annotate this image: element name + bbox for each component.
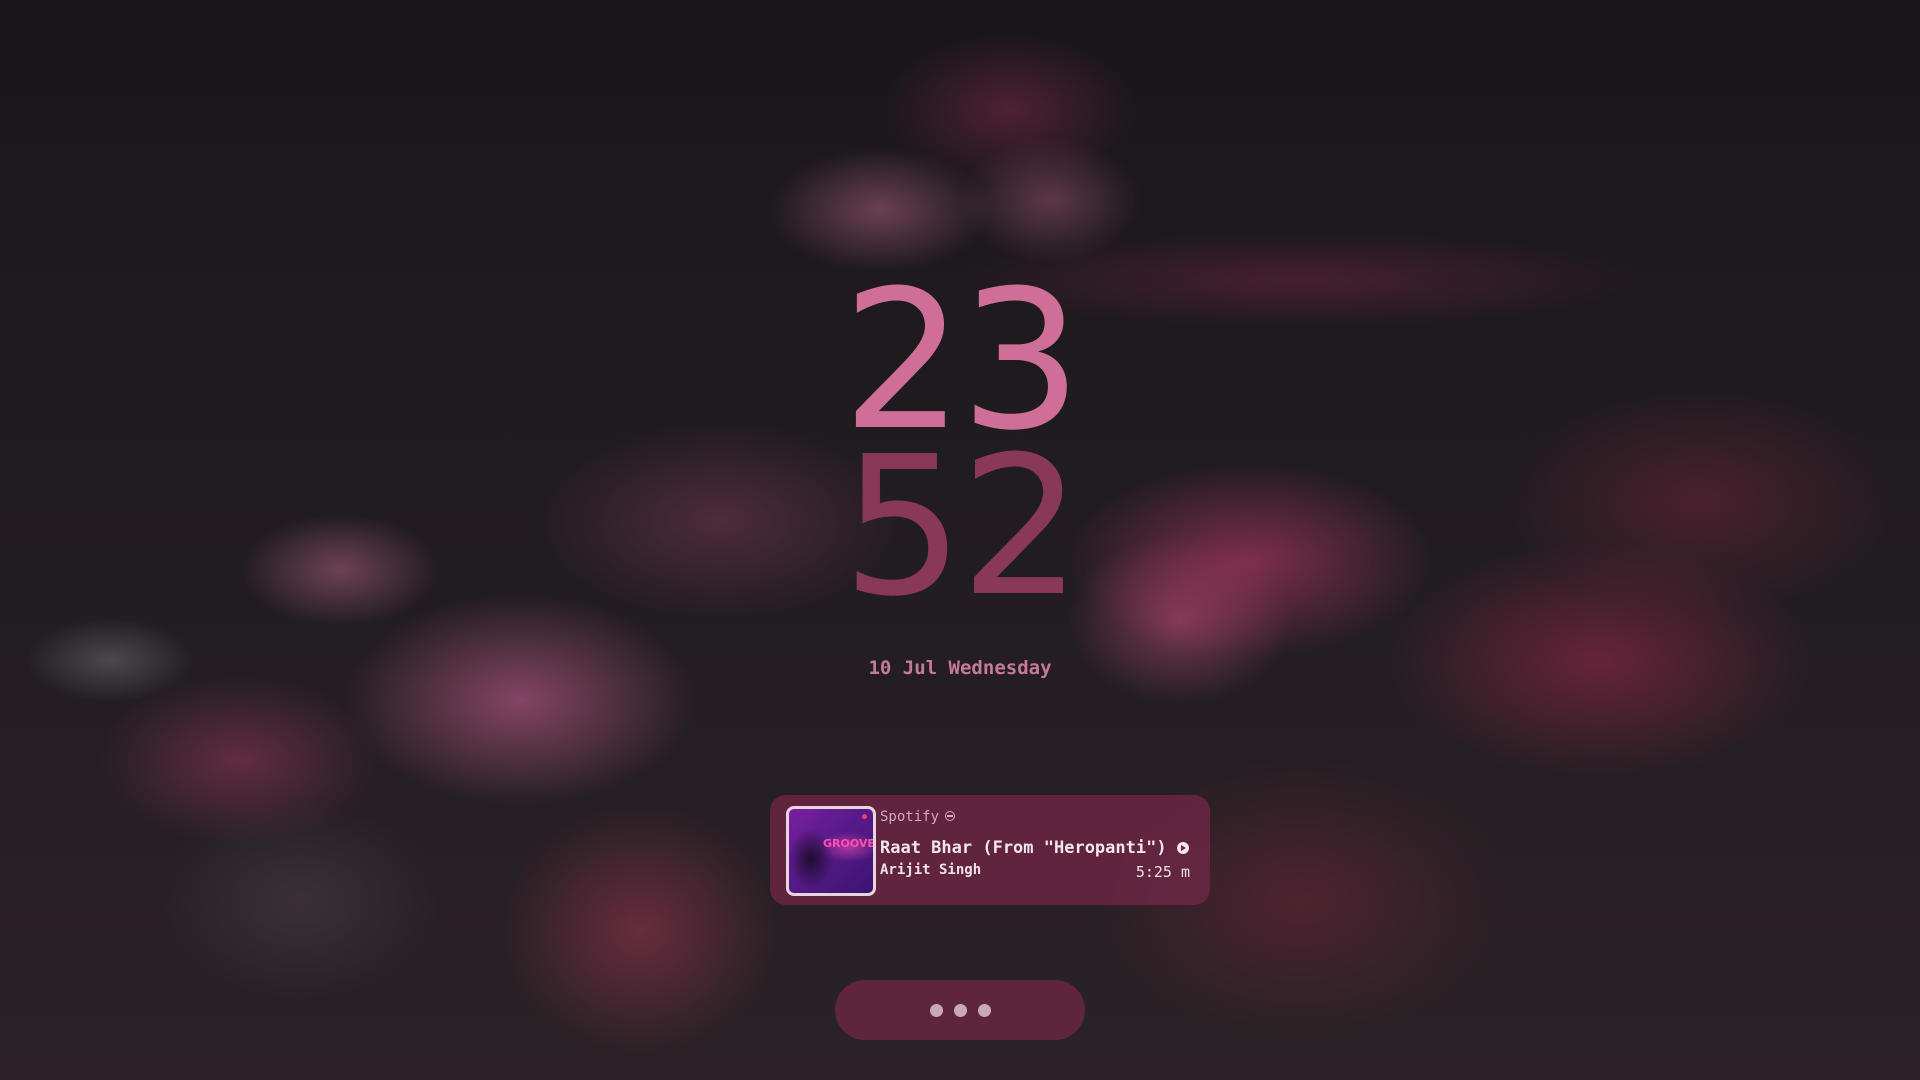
media-player-card[interactable]: GROOVE Spotify Raat Bhar (From "Heropant… [770, 795, 1210, 905]
lockscreen: 23 52 10 Jul Wednesday GROOVE Spotify Ra… [0, 0, 1920, 1080]
password-dot [929, 1003, 943, 1017]
media-duration: 5:25 m [1135, 863, 1190, 881]
media-app-name: Spotify [880, 809, 940, 825]
password-dot [953, 1003, 967, 1017]
media-app-row: Spotify [880, 809, 956, 825]
clock-minutes: 52 [841, 416, 1082, 639]
spotify-icon [945, 811, 956, 821]
password-input[interactable] [835, 980, 1085, 1040]
date-label: 10 Jul Wednesday [868, 657, 1052, 679]
album-art-dot [862, 814, 867, 819]
media-title: Raat Bhar (From "Heropanti") [880, 838, 1167, 858]
album-art-text: GROOVE [823, 837, 875, 850]
album-art-glow [789, 809, 873, 893]
play-icon[interactable] [1177, 842, 1189, 854]
password-dot [977, 1003, 991, 1017]
media-artist: Arijit Singh [880, 862, 982, 878]
album-art: GROOVE [786, 806, 876, 896]
